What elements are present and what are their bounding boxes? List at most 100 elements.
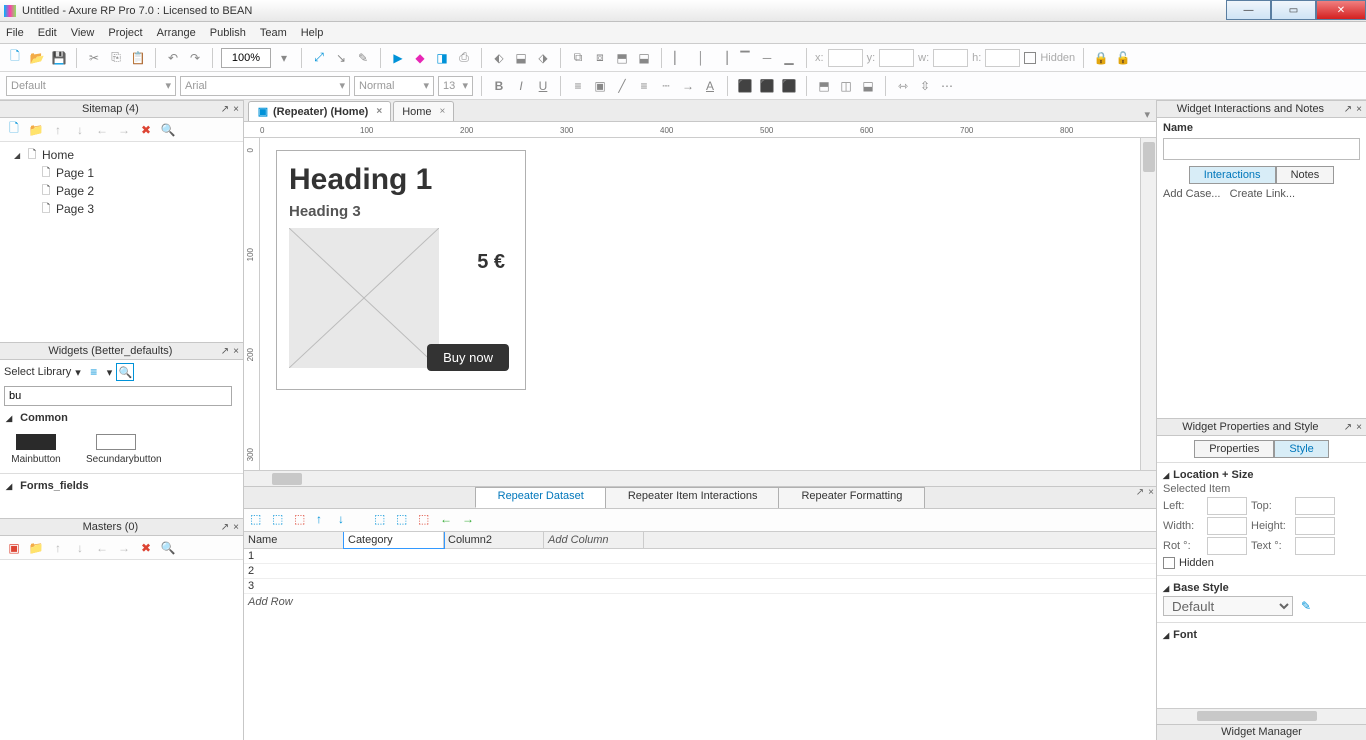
linew-icon[interactable]: ≡ (635, 77, 653, 95)
tree-item-home[interactable]: ◢ 🗋 Home (4, 146, 239, 164)
menu-file[interactable]: File (6, 27, 24, 39)
menu-publish[interactable]: Publish (210, 27, 246, 39)
expand-icon[interactable]: ◢ (14, 151, 22, 160)
move-up-icon[interactable]: ↑ (50, 122, 66, 138)
popout-icon[interactable]: ↗ (1344, 422, 1352, 433)
talign-left-icon[interactable]: ⬛ (736, 77, 754, 95)
col-category[interactable]: Category (344, 532, 444, 548)
width-field[interactable] (1207, 517, 1247, 535)
col-name[interactable]: Name (244, 532, 344, 548)
outdent-icon[interactable]: ← (94, 540, 110, 556)
close-panel-icon[interactable]: × (1356, 104, 1362, 115)
price-label[interactable]: 5 € (477, 251, 505, 274)
group-icon[interactable]: ⧉ (569, 49, 587, 67)
col-down-icon[interactable]: ↓ (338, 512, 354, 528)
bold-icon[interactable]: B (490, 77, 508, 95)
add-col-left-icon[interactable]: ⬚ (250, 512, 266, 528)
delete-icon[interactable]: ✖ (138, 540, 154, 556)
w-field[interactable] (933, 49, 968, 67)
row-left-icon[interactable]: ← (440, 512, 456, 528)
valign-bot-icon[interactable]: ⬓ (859, 77, 877, 95)
add-column[interactable]: Add Column (544, 532, 644, 548)
hidden-checkbox[interactable] (1024, 52, 1036, 64)
delete-icon[interactable]: ✖ (138, 122, 154, 138)
left-field[interactable] (1207, 497, 1247, 515)
tab-menu-icon[interactable]: ▾ (1144, 108, 1156, 121)
image-placeholder[interactable] (289, 228, 439, 368)
save-icon[interactable]: 💾 (50, 49, 68, 67)
tab-repeater-item-interactions[interactable]: Repeater Item Interactions (605, 487, 781, 508)
close-tab-icon[interactable]: × (440, 106, 446, 117)
height-field[interactable] (1295, 517, 1335, 535)
horizontal-scrollbar[interactable] (244, 470, 1156, 486)
align-cy-icon[interactable]: ─ (758, 49, 776, 67)
menu-edit[interactable]: Edit (38, 27, 57, 39)
add-row[interactable]: Add Row (244, 594, 1156, 610)
lock-icon[interactable]: 🔒 (1092, 49, 1110, 67)
close-panel-icon[interactable]: × (233, 346, 239, 357)
dist-v-icon[interactable]: ⇳ (916, 77, 934, 95)
widget-secondarybutton[interactable]: Secundarybutton (86, 434, 146, 465)
tab-repeater-formatting[interactable]: Repeater Formatting (778, 487, 925, 508)
ungroup-icon[interactable]: ⧈ (591, 49, 609, 67)
hidden-prop-checkbox[interactable] (1163, 557, 1175, 569)
add-row-below-icon[interactable]: ⬚ (396, 512, 412, 528)
valign-top-icon[interactable]: ⬒ (815, 77, 833, 95)
indent-icon[interactable]: → (116, 540, 132, 556)
align-cx-icon[interactable]: │ (692, 49, 710, 67)
properties-scrollbar[interactable] (1157, 708, 1366, 724)
col-up-icon[interactable]: ↑ (316, 512, 332, 528)
italic-icon[interactable]: I (512, 77, 530, 95)
more-icon[interactable]: ⋯ (938, 77, 956, 95)
redo-icon[interactable]: ↷ (186, 49, 204, 67)
popout-icon[interactable]: ↗ (221, 104, 229, 115)
search-icon[interactable]: 🔍 (160, 122, 176, 138)
underline-icon[interactable]: U (534, 77, 552, 95)
vertical-scrollbar[interactable] (1140, 138, 1156, 470)
rot-field[interactable] (1207, 537, 1247, 555)
spec-icon[interactable]: ⎙ (455, 49, 473, 67)
create-link-link[interactable]: Create Link... (1230, 186, 1295, 202)
top-field[interactable] (1295, 497, 1335, 515)
menu-help[interactable]: Help (301, 27, 324, 39)
col-column2[interactable]: Column2 (444, 532, 544, 548)
add-master-icon[interactable]: ▣ (6, 540, 22, 556)
zoom-field[interactable] (221, 48, 271, 68)
minimize-button[interactable]: — (1226, 0, 1271, 20)
close-panel-icon[interactable]: × (233, 104, 239, 115)
back-icon[interactable]: ⬓ (635, 49, 653, 67)
table-row[interactable]: 3 (244, 579, 1156, 594)
fontsize-dropdown[interactable]: 13▾ (438, 76, 473, 96)
move-up-icon[interactable]: ↑ (50, 540, 66, 556)
design-canvas[interactable]: Heading 1 Heading 3 5 € Buy now (260, 138, 1140, 470)
add-page-icon[interactable]: 🗋 (6, 122, 22, 138)
text-rot-field[interactable] (1295, 537, 1335, 555)
widget-filter-input[interactable] (4, 386, 232, 406)
add-case-link[interactable]: Add Case... (1163, 186, 1220, 202)
x-field[interactable] (828, 49, 863, 67)
linestyle-icon[interactable]: ┄ (657, 77, 675, 95)
close-button[interactable]: ✕ (1316, 0, 1366, 20)
repeater-widget[interactable]: Heading 1 Heading 3 5 € Buy now (276, 150, 526, 390)
popout-icon[interactable]: ↗ (1136, 487, 1144, 498)
undo-icon[interactable]: ↶ (164, 49, 182, 67)
close-panel-icon[interactable]: × (1148, 487, 1154, 498)
edit-style-icon[interactable]: ✎ (1297, 597, 1315, 615)
open-icon[interactable]: 📂 (28, 49, 46, 67)
buy-now-button[interactable]: Buy now (427, 344, 509, 371)
popout-icon[interactable]: ↗ (221, 346, 229, 357)
library-dropdown-icon[interactable]: ▾ (75, 366, 81, 379)
menu-view[interactable]: View (71, 27, 95, 39)
base-style-section[interactable]: Base Style (1163, 582, 1360, 594)
font-section[interactable]: Font (1163, 629, 1360, 641)
paste-icon[interactable]: 📋 (129, 49, 147, 67)
new-icon[interactable]: 🗋 (6, 49, 24, 67)
close-tab-icon[interactable]: × (376, 106, 382, 117)
widget-name-input[interactable] (1163, 138, 1360, 160)
copy-icon[interactable]: ⎘ (107, 49, 125, 67)
preview-icon[interactable]: ▶ (389, 49, 407, 67)
fill-icon[interactable]: ▣ (591, 77, 609, 95)
align-left-icon[interactable]: ⬖ (490, 49, 508, 67)
align-t-icon[interactable]: ▔ (736, 49, 754, 67)
line-icon[interactable]: ╱ (613, 77, 631, 95)
